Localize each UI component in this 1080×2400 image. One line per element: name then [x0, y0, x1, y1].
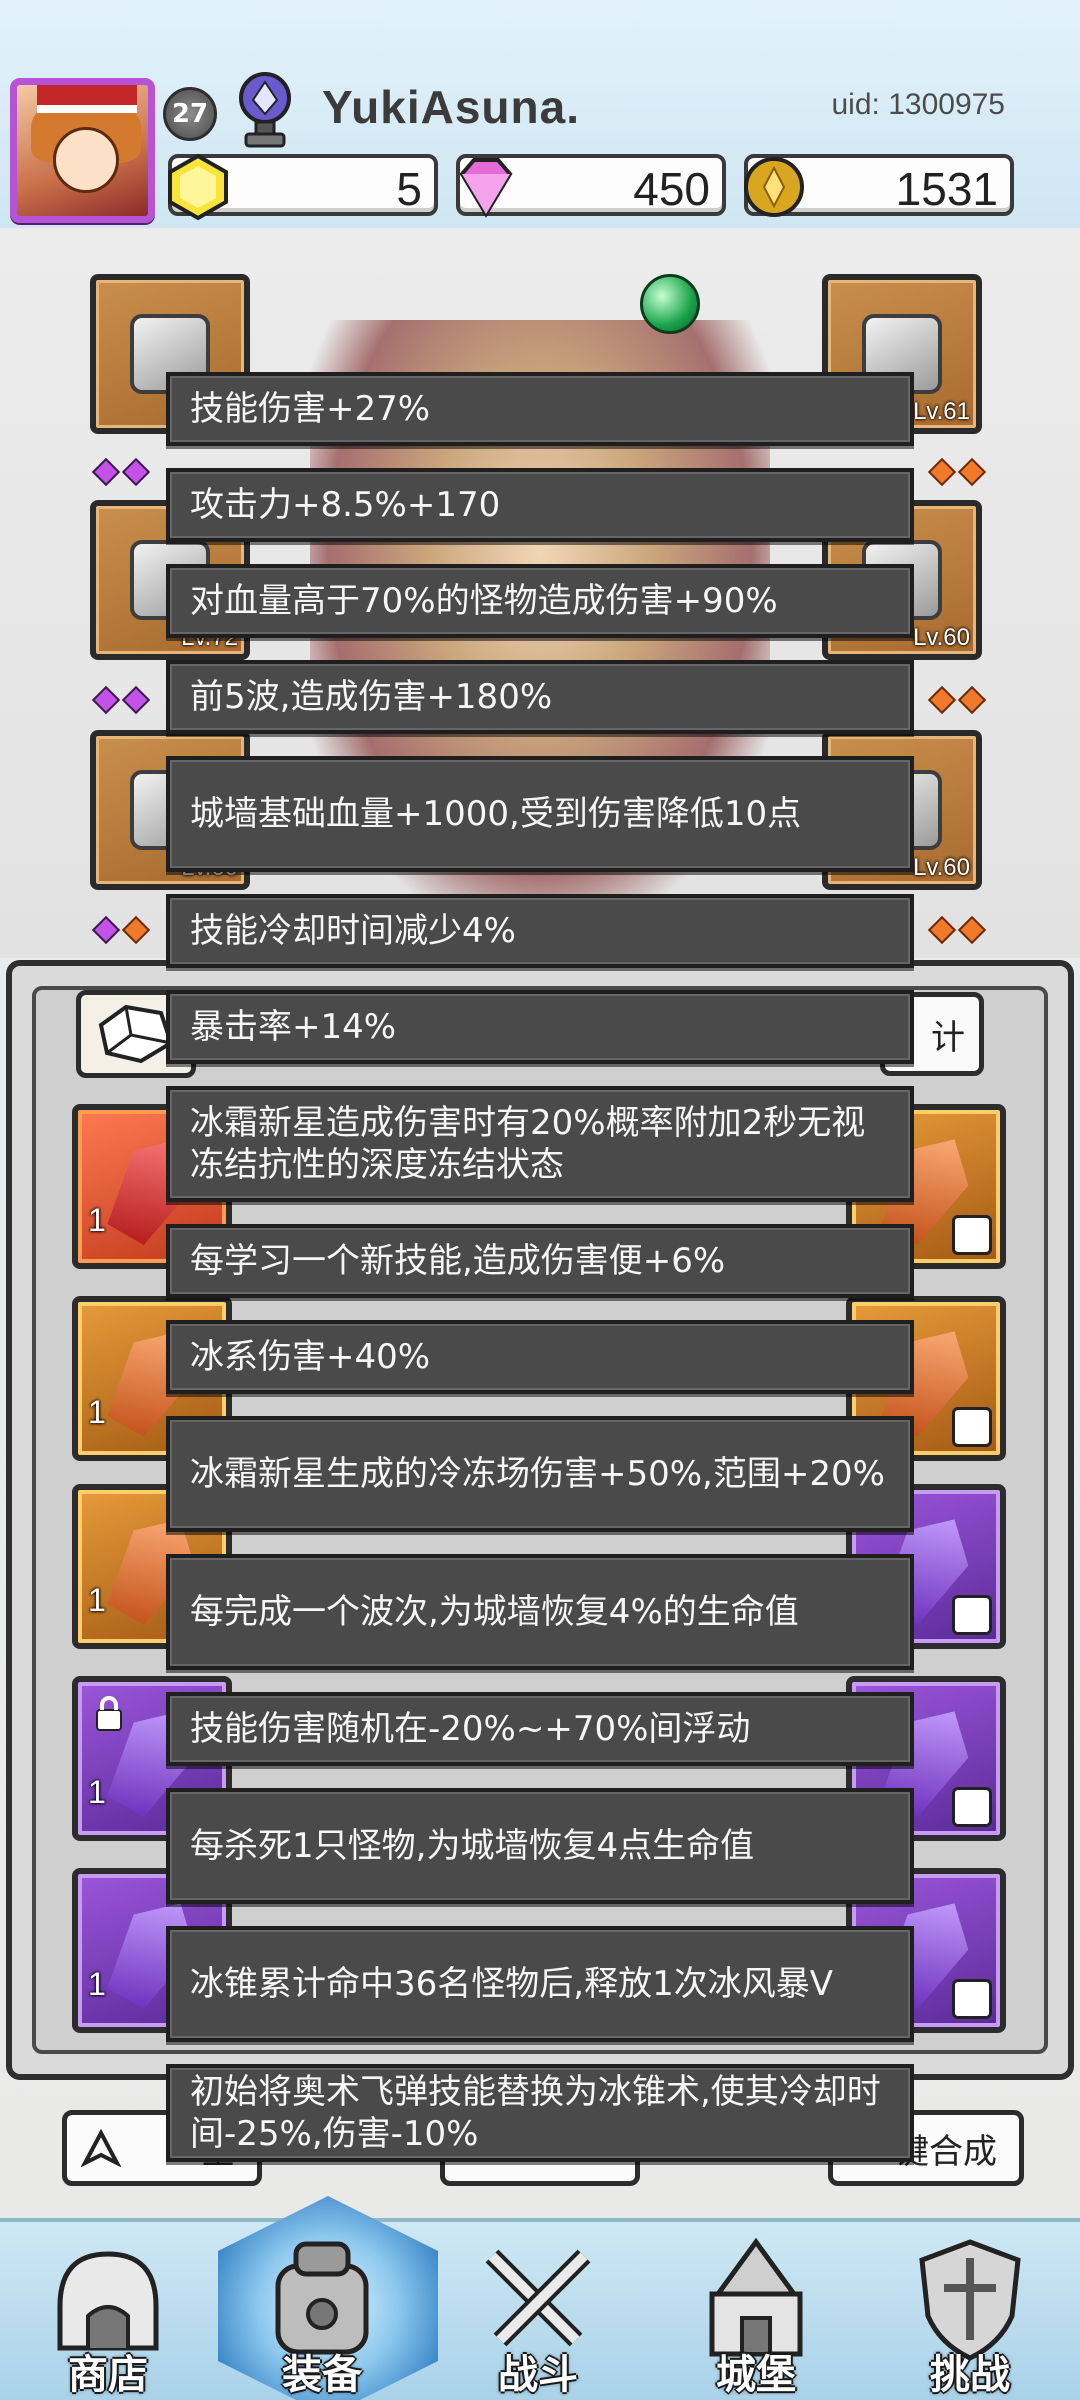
card-quantity: 1: [88, 1582, 106, 1618]
equip-slot-level: Lv.61: [913, 398, 970, 425]
player-avatar[interactable]: [10, 78, 155, 223]
player-username: YukiAsuna.: [322, 81, 580, 133]
affix-row: 城墙基础血量+1000,受到伤害降低10点: [166, 756, 914, 872]
nav-castle[interactable]: 城堡: [656, 2222, 856, 2400]
nav-label: 装备: [282, 2352, 362, 2398]
affix-row: 技能冷却时间减少4%: [166, 894, 914, 968]
affix-row: 前5波,造成伤害+180%: [166, 660, 914, 734]
affix-text: 攻击力+8.5%+170: [190, 485, 501, 525]
diamond-counter[interactable]: 450: [456, 154, 726, 218]
affix-row: 冰系伤害+40%: [166, 1320, 914, 1394]
affix-text: 冰锥累计命中36名怪物后,释放1次冰风暴V: [190, 1964, 833, 2004]
affix-text: 对血量高于70%的怪物造成伤害+90%: [190, 581, 778, 621]
affix-text: 每杀死1只怪物,为城墙恢复4点生命值: [190, 1826, 755, 1866]
nav-battle[interactable]: 战斗: [438, 2222, 638, 2400]
player-level-badge: 27: [163, 87, 217, 141]
nav-label: 城堡: [716, 2352, 796, 2398]
ring-mini-icon: [952, 1215, 992, 1255]
top-header: 27 YukiAsuna. uid: 1300975 5 450 1531: [0, 0, 1080, 225]
avatar-santa-hat: [37, 85, 137, 113]
affix-text: 技能伤害随机在-20%~+70%间浮动: [190, 1709, 751, 1749]
affix-row: 技能伤害随机在-20%~+70%间浮动: [166, 1692, 914, 1766]
rank-trophy-icon[interactable]: [232, 70, 298, 150]
gold-coin-value: 1531: [895, 163, 998, 215]
affix-row: 每完成一个波次,为城墙恢复4%的生命值: [166, 1554, 914, 1670]
affix-tooltip-list: 技能伤害+27% 攻击力+8.5%+170 对血量高于70%的怪物造成伤害+90…: [166, 372, 914, 2162]
affix-text: 冰系伤害+40%: [190, 1337, 431, 1377]
up-arrow-icon: [81, 2129, 121, 2168]
affix-text: 冰霜新星生成的冷冻场伤害+50%,范围+20%: [190, 1454, 885, 1494]
gold-coin-counter[interactable]: 1531: [744, 154, 1014, 217]
boots-mini-icon: [952, 1595, 992, 1635]
nav-shop[interactable]: 商店: [8, 2222, 208, 2400]
affix-row: 对血量高于70%的怪物造成伤害+90%: [166, 564, 914, 638]
avatar-face: [53, 127, 119, 193]
card-quantity: 1: [88, 1966, 106, 2002]
boots-mini-icon: [952, 1787, 992, 1827]
nav-equipment[interactable]: 装备: [218, 2196, 438, 2400]
player-uid: uid: 1300975: [831, 88, 1006, 121]
equip-slot-level: Lv.60: [913, 854, 970, 881]
lock-icon: [96, 1696, 122, 1731]
affix-text: 前5波,造成伤害+180%: [190, 677, 553, 717]
gold-coin-icon: [744, 157, 804, 217]
affix-text: 每学习一个新技能,造成伤害便+6%: [190, 1241, 726, 1281]
affix-row: 每学习一个新技能,造成伤害便+6%: [166, 1224, 914, 1298]
affix-text: 技能伤害+27%: [190, 389, 431, 429]
bottom-navigation: 商店 装备 战斗 城堡 挑战: [0, 2196, 1080, 2400]
yellow-gem-counter[interactable]: 5: [168, 153, 438, 221]
green-gem-icon[interactable]: [640, 274, 700, 334]
nav-challenge[interactable]: 挑战: [870, 2222, 1070, 2400]
affix-text: 城墙基础血量+1000,受到伤害降低10点: [190, 794, 802, 834]
affix-text: 冰霜新星造成伤害时有20%概率附加2秒无视冻结抗性的深度冻结状态: [190, 1103, 866, 1185]
affix-text: 技能冷却时间减少4%: [190, 911, 516, 951]
affix-text: 每完成一个波次,为城墙恢复4%的生命值: [190, 1592, 799, 1632]
affix-row: 初始将奥术飞弹技能替换为冰锥术,使其冷却时间-25%,伤害-10%: [166, 2064, 914, 2162]
affix-row: 冰霜新星生成的冷冻场伤害+50%,范围+20%: [166, 1416, 914, 1532]
nav-label: 商店: [68, 2352, 148, 2398]
affix-row: 每杀死1只怪物,为城墙恢复4点生命值: [166, 1788, 914, 1904]
yellow-gem-icon: [168, 153, 228, 221]
card-quantity: 1: [88, 1202, 106, 1238]
nav-label: 挑战: [930, 2352, 1010, 2398]
affix-row: 暴击率+14%: [166, 990, 914, 1064]
affix-text: 初始将奥术飞弹技能替换为冰锥术,使其冷却时间-25%,伤害-10%: [190, 2072, 881, 2154]
affix-text: 暴击率+14%: [190, 1007, 397, 1047]
diamond-icon: [459, 158, 513, 218]
card-quantity: 1: [88, 1394, 106, 1430]
affix-row: 冰霜新星造成伤害时有20%概率附加2秒无视冻结抗性的深度冻结状态: [166, 1086, 914, 1202]
weapon-mini-icon: [952, 1979, 992, 2019]
affix-row: 冰锥累计命中36名怪物后,释放1次冰风暴V: [166, 1926, 914, 2042]
card-quantity: 1: [88, 1774, 106, 1810]
ring-mini-icon: [952, 1407, 992, 1447]
nav-label: 战斗: [498, 2352, 578, 2398]
affix-row: 技能伤害+27%: [166, 372, 914, 446]
affix-row: 攻击力+8.5%+170: [166, 468, 914, 542]
yellow-gem-value: 5: [396, 163, 422, 215]
equip-slot-level: Lv.60: [913, 624, 970, 651]
diamond-value: 450: [633, 163, 710, 215]
